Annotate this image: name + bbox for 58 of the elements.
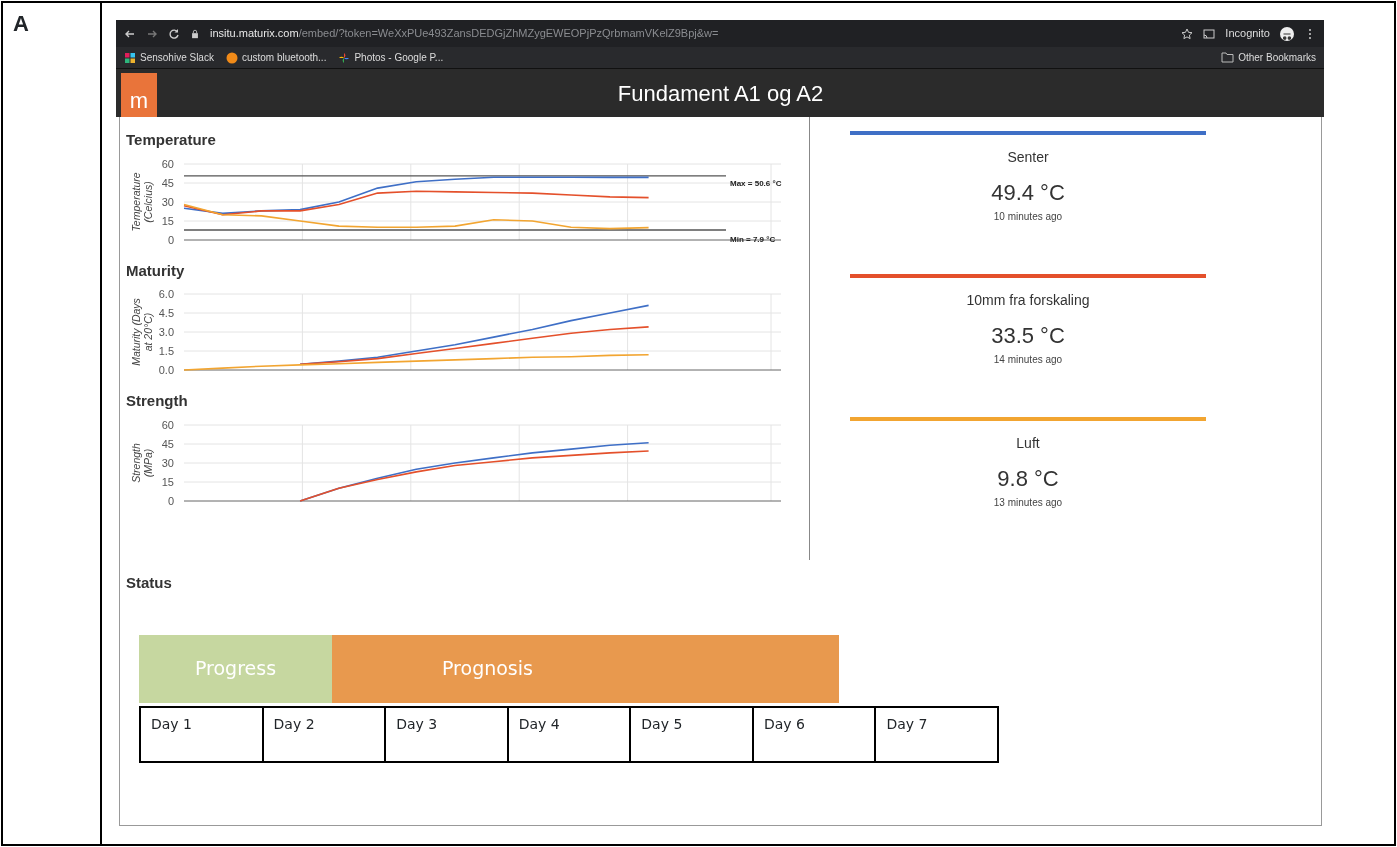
tick-label: 0 — [167, 233, 174, 246]
tick-label: 0.0 — [158, 364, 174, 376]
bookmark[interactable]: Sensohive Slack — [124, 50, 214, 65]
prognosis-bar: Prognosis — [332, 634, 839, 703]
folder-icon — [1221, 52, 1235, 63]
section-heading: Temperature — [126, 130, 217, 150]
reload-icon[interactable] — [168, 27, 180, 40]
tick-label: 6.0 — [158, 288, 174, 300]
bookmark[interactable]: Photos - Google P... — [338, 50, 444, 65]
bookmark[interactable]: Other Bookmarks — [1221, 50, 1316, 65]
tick-label: 15 — [161, 475, 174, 488]
sensor-name: Luft — [1015, 434, 1041, 453]
pinwheel-icon — [338, 51, 351, 64]
annotation-label: Min = 7.9 °C — [730, 234, 776, 244]
tick-label: 4.5 — [158, 307, 174, 319]
lock-icon — [190, 28, 200, 39]
url-field[interactable]: insitu.maturix.com/embed/?token=WeXxPUe493ZansDEDGjZhMZygEWEOPjPzQrbmamVKelZ9Bpj&w= — [210, 25, 1172, 42]
incognito-icon[interactable] — [1280, 26, 1294, 41]
timestamp: 13 minutes ago — [992, 496, 1064, 510]
tick-label: 45 — [161, 176, 174, 189]
timestamp: 10 minutes ago — [992, 210, 1064, 224]
sensor-name: Senter — [1006, 148, 1050, 167]
section-heading: Strength — [126, 391, 189, 411]
sensor-reading: 9.8 °C — [996, 465, 1060, 493]
circle-icon — [225, 51, 238, 64]
page-title: Fundament A1 og A2 — [616, 79, 825, 108]
section-heading: Maturity — [126, 260, 186, 281]
sensor-name: 10mm fra forskaling — [965, 291, 1091, 310]
day-cell: Day 4 — [508, 707, 632, 761]
tick-label: 60 — [161, 157, 174, 170]
day-cell: Day 1 — [141, 707, 264, 761]
tick-label: 30 — [161, 195, 174, 208]
panel-label: A — [13, 10, 30, 38]
bookmark[interactable]: custom bluetooth... — [225, 50, 327, 65]
axis-title: Strength (MPa) — [130, 442, 154, 483]
sensor-reading: 49.4 °C — [990, 179, 1066, 207]
grid-logo-icon — [124, 51, 136, 64]
day-cell: Day 6 — [753, 707, 877, 761]
section-heading: Status — [126, 573, 173, 593]
day-cell-text: Day 7 — [885, 714, 929, 734]
tick-label: 15 — [161, 214, 174, 227]
tick-label: 30 — [161, 456, 174, 469]
tick-label: 1.5 — [158, 345, 174, 357]
day-cell: Day 5 — [631, 707, 754, 761]
annotation-label: Max = 50.6 °C — [730, 178, 782, 188]
axis-title: Maturity (Days at 20°C) — [130, 298, 154, 366]
profile-label: Incognito — [1225, 26, 1270, 42]
axis-title: Temperature (Celcius) — [130, 171, 154, 232]
star-icon[interactable] — [1181, 27, 1194, 40]
tick-label: 60 — [161, 418, 174, 431]
tick-label: 45 — [161, 437, 174, 450]
tick-label: 0 — [167, 494, 174, 507]
sensor-reading: 33.5 °C — [990, 322, 1066, 350]
cast-icon[interactable] — [1203, 27, 1216, 40]
day-cell: Day 2 — [263, 707, 387, 761]
tick-label: 3.0 — [158, 326, 174, 338]
timestamp: 14 minutes ago — [992, 353, 1064, 367]
day-cell: Day 3 — [386, 707, 509, 761]
